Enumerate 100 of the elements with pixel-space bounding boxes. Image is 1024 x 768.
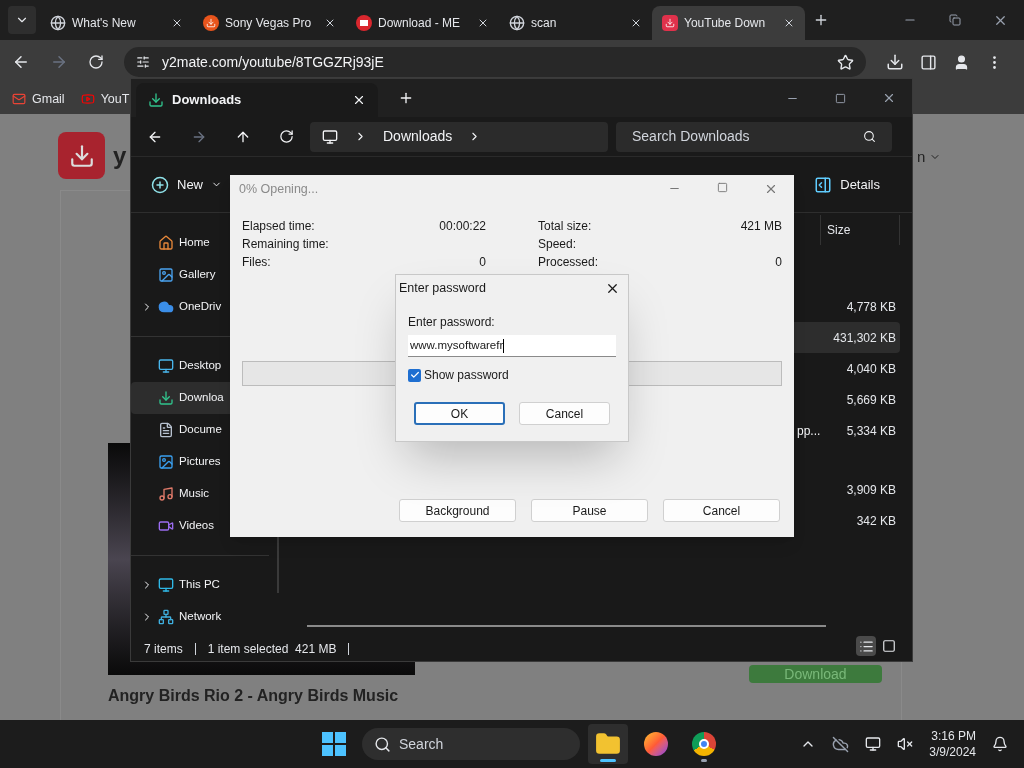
stat-value: 421 MB xyxy=(740,218,782,235)
dialog-button[interactable]: Cancel xyxy=(519,402,610,425)
stat-label: Files: xyxy=(242,254,271,271)
picture-icon xyxy=(158,267,174,283)
new-tab-icon[interactable] xyxy=(813,12,829,28)
folder-icon xyxy=(595,731,621,757)
close-icon[interactable] xyxy=(352,93,366,107)
restore-icon[interactable] xyxy=(949,14,961,26)
search-icon xyxy=(374,735,391,753)
maximize-icon[interactable] xyxy=(717,182,728,193)
clock[interactable]: 3:16 PM 3/9/2024 xyxy=(929,728,976,760)
new-button[interactable]: New xyxy=(151,174,222,195)
stat-label: Processed: xyxy=(538,254,599,271)
new-tab-icon[interactable] xyxy=(398,90,414,106)
video-icon xyxy=(158,518,174,534)
bookmark-star-icon[interactable] xyxy=(837,53,854,71)
home-icon xyxy=(158,235,174,251)
search-field[interactable]: Search Downloads xyxy=(616,121,892,152)
download-icon xyxy=(158,390,174,406)
close-icon[interactable] xyxy=(630,17,642,29)
address-bar[interactable]: Downloads xyxy=(310,121,608,152)
close-icon[interactable] xyxy=(171,17,183,29)
file-name: pp... xyxy=(797,422,821,440)
nav-item[interactable]: Network xyxy=(131,601,269,633)
stat-value: 00:00:22 xyxy=(439,218,486,235)
profile-icon[interactable] xyxy=(953,53,970,71)
site-logo-text: y xyxy=(113,140,127,171)
dialog-button[interactable]: Cancel xyxy=(663,499,780,522)
download-icon xyxy=(148,92,164,108)
plus-circle-icon xyxy=(151,175,169,194)
picture-icon xyxy=(158,454,174,470)
browser-tab[interactable]: scan xyxy=(499,6,652,40)
dialog-button[interactable]: Pause xyxy=(531,499,648,522)
bookmark-link[interactable]: Gmail xyxy=(32,89,65,109)
square-icon xyxy=(882,639,896,653)
list-icon xyxy=(858,638,874,654)
video-play-icon xyxy=(80,92,95,106)
dialog-button[interactable]: Background xyxy=(399,499,516,522)
maximize-icon[interactable] xyxy=(835,92,846,104)
cloud-icon xyxy=(158,299,174,315)
close-icon[interactable] xyxy=(324,17,336,29)
dialog-title: Enter password xyxy=(399,279,486,297)
file-size: 3,909 KB xyxy=(846,481,897,499)
site-logo-icon xyxy=(58,132,105,179)
browser-logo-icon xyxy=(692,732,716,756)
bookmark-link[interactable]: YouT xyxy=(100,89,130,109)
document-icon xyxy=(158,422,174,438)
stat-value: 0 xyxy=(479,254,486,271)
close-icon[interactable] xyxy=(882,91,896,105)
logo-icon xyxy=(356,15,372,31)
search-field[interactable]: Search xyxy=(362,728,580,760)
stat-value: 0 xyxy=(775,254,782,271)
cloud-off-icon[interactable] xyxy=(832,735,850,753)
side-panel-icon[interactable] xyxy=(920,53,937,71)
site-info-icon[interactable] xyxy=(136,55,150,69)
close-icon[interactable] xyxy=(477,17,489,29)
browser-logo-icon xyxy=(644,732,668,756)
details-button[interactable]: Details xyxy=(814,174,880,195)
url-text: y2mate.com/youtube/8TGGZRj93jE xyxy=(162,52,384,72)
tab-title: YouTube Down xyxy=(684,15,767,32)
details-view-button[interactable] xyxy=(856,636,876,656)
start-button[interactable] xyxy=(322,732,346,756)
password-field[interactable]: www.mysoftwarefr xyxy=(408,335,616,357)
breadcrumb-item[interactable]: Downloads xyxy=(383,126,453,147)
show-password-checkbox[interactable]: Show password xyxy=(408,366,628,384)
explorer-tab[interactable]: Downloads xyxy=(136,83,378,117)
details-pane-icon xyxy=(814,175,833,194)
file-size: 4,778 KB xyxy=(846,298,897,316)
check-icon xyxy=(409,370,420,380)
status-text: 1 item selected 421 MB xyxy=(207,641,337,658)
network-icon xyxy=(158,609,174,625)
network-icon[interactable] xyxy=(865,736,882,752)
taskbar-app-button[interactable] xyxy=(588,724,628,764)
dialog-title: 0% Opening... xyxy=(239,180,319,198)
tab-title: Download - ME xyxy=(378,15,462,32)
column-header[interactable]: Size xyxy=(827,221,851,239)
browser-tab[interactable]: Sony Vegas Pro xyxy=(193,6,346,40)
address-bar[interactable]: y2mate.com/youtube/8TGGZRj93jE xyxy=(124,47,866,77)
download-icon[interactable] xyxy=(886,53,904,71)
browser-tab[interactable]: Download - ME xyxy=(346,6,499,40)
file-size: 5,334 KB xyxy=(846,422,897,440)
nav-item[interactable]: This PC xyxy=(131,569,269,601)
refresh-icon[interactable] xyxy=(279,129,294,144)
stat-label: Total size: xyxy=(538,218,592,235)
muted-speaker-icon[interactable] xyxy=(897,736,914,752)
computer-icon xyxy=(158,577,174,593)
video-title: Angry Birds Rio 2 - Angry Birds Music xyxy=(108,686,399,706)
reload-icon[interactable] xyxy=(88,54,104,70)
browser-tab[interactable]: YouTube Down xyxy=(652,6,805,40)
browser-tab[interactable]: What's New xyxy=(40,6,193,40)
notification-icon[interactable] xyxy=(992,736,1008,752)
tab-title: What's New xyxy=(72,15,137,32)
close-icon[interactable] xyxy=(783,17,795,29)
back-icon[interactable] xyxy=(12,53,30,71)
dialog-button[interactable]: OK xyxy=(414,402,505,425)
globe-icon xyxy=(509,15,525,31)
stat-label: Elapsed time: xyxy=(242,218,315,235)
file-size: 4,040 KB xyxy=(846,360,897,378)
globe-icon xyxy=(50,15,66,31)
account-text: n xyxy=(917,147,926,167)
